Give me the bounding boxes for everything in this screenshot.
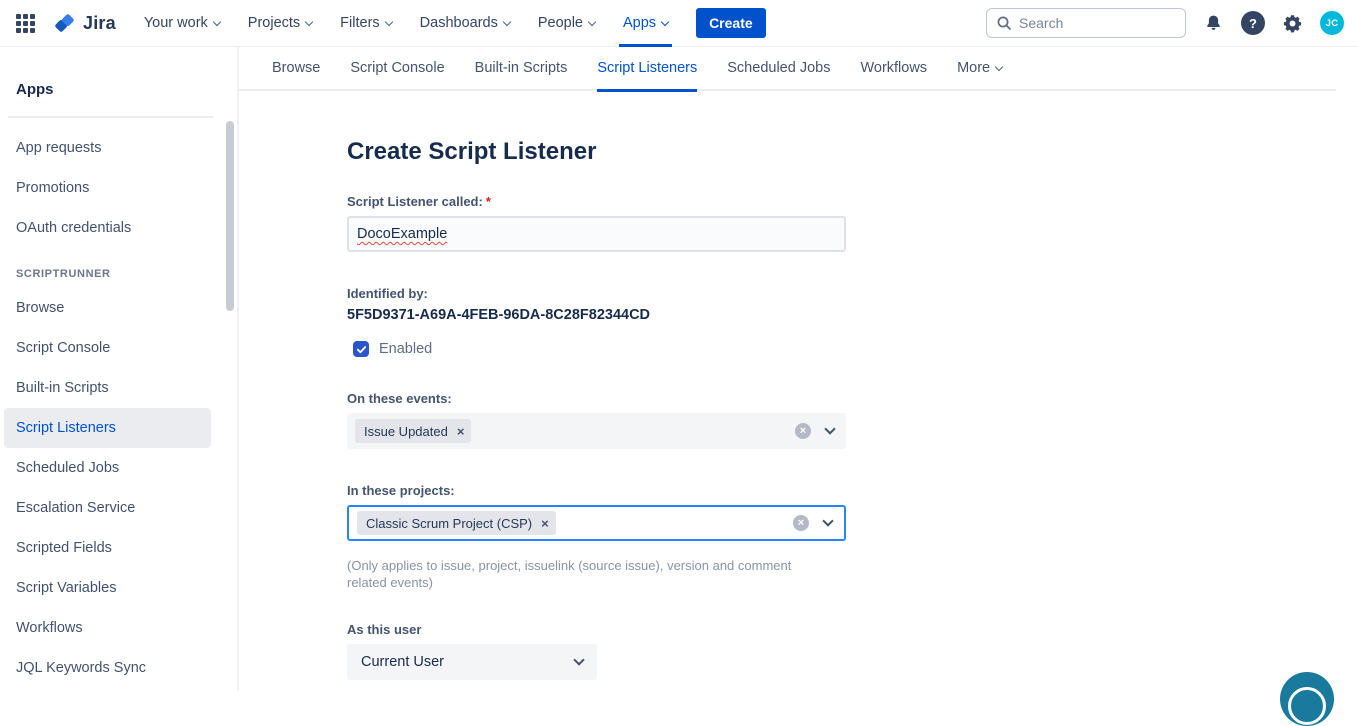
run-as-user-value: Current User bbox=[361, 654, 444, 670]
nav-projects[interactable]: Projects bbox=[234, 0, 326, 47]
sidebar-item-scheduled-jobs[interactable]: Scheduled Jobs bbox=[4, 448, 211, 488]
script-listener-name-value: DocoExample bbox=[357, 226, 447, 242]
search-icon bbox=[996, 15, 1012, 34]
tab-browse[interactable]: Browse bbox=[272, 46, 320, 90]
identified-by-label: Identified by: bbox=[347, 286, 1358, 301]
clear-select-icon[interactable]: × bbox=[793, 515, 809, 531]
chevron-down-icon bbox=[661, 17, 669, 25]
global-search bbox=[986, 8, 1186, 38]
events-label: On these events: bbox=[347, 391, 1358, 406]
sidebar-item-app-requests[interactable]: App requests bbox=[4, 128, 211, 168]
nav-people[interactable]: People bbox=[524, 0, 609, 47]
tab-built-in-scripts[interactable]: Built-in Scripts bbox=[475, 46, 568, 90]
primary-nav: Your work Projects Filters Dashboards Pe… bbox=[130, 0, 682, 47]
topbar-right-cluster: ? JC bbox=[986, 8, 1344, 38]
identified-by-value: 5F5D9371-A69A-4FEB-96DA-8C28F82344CD bbox=[347, 307, 1358, 323]
search-input[interactable] bbox=[986, 8, 1186, 38]
as-this-user-label: As this user bbox=[347, 622, 1358, 637]
jira-logo-text: Jira bbox=[83, 13, 116, 34]
chevron-down-icon[interactable] bbox=[824, 423, 835, 434]
name-field-label: Script Listener called:* bbox=[347, 194, 1358, 209]
sidebar-item-script-variables[interactable]: Script Variables bbox=[4, 568, 211, 608]
projects-label: In these projects: bbox=[347, 483, 1358, 498]
projects-multiselect[interactable]: Classic Scrum Project (CSP) × × bbox=[347, 505, 846, 541]
main-content: Browse Script Console Built-in Scripts S… bbox=[239, 47, 1358, 691]
chevron-down-icon bbox=[305, 17, 313, 25]
event-chip-issue-updated: Issue Updated × bbox=[355, 419, 471, 443]
nav-dashboards[interactable]: Dashboards bbox=[406, 0, 524, 47]
chevron-down-icon bbox=[503, 17, 511, 25]
nav-filters[interactable]: Filters bbox=[326, 0, 405, 47]
sidebar-section-scriptrunner: SCRIPTRUNNER bbox=[16, 268, 237, 280]
user-avatar[interactable]: JC bbox=[1320, 11, 1344, 35]
tab-scheduled-jobs[interactable]: Scheduled Jobs bbox=[727, 46, 830, 90]
run-as-user-dropdown[interactable]: Current User bbox=[347, 644, 597, 680]
create-button[interactable]: Create bbox=[696, 8, 766, 38]
required-asterisk: * bbox=[486, 194, 491, 209]
help-icon[interactable]: ? bbox=[1241, 11, 1265, 35]
scriptrunner-tabbar: Browse Script Console Built-in Scripts S… bbox=[239, 47, 1336, 91]
chevron-down-icon bbox=[588, 17, 596, 25]
sidebar-item-script-listeners[interactable]: Script Listeners bbox=[4, 408, 211, 448]
sidebar-scrollbar[interactable] bbox=[226, 121, 234, 311]
nav-your-work[interactable]: Your work bbox=[130, 0, 234, 47]
notifications-bell-icon[interactable] bbox=[1203, 13, 1224, 34]
clear-select-icon[interactable]: × bbox=[795, 423, 811, 439]
create-script-listener-form: Create Script Listener Script Listener c… bbox=[239, 91, 1358, 680]
sidebar-item-promotions[interactable]: Promotions bbox=[4, 168, 211, 208]
sidebar-item-oauth-credentials[interactable]: OAuth credentials bbox=[4, 208, 211, 248]
tab-workflows[interactable]: Workflows bbox=[860, 46, 927, 90]
sidebar-item-jql-keywords-sync[interactable]: JQL Keywords Sync bbox=[4, 648, 211, 688]
jira-logo[interactable]: Jira bbox=[53, 12, 116, 35]
chevron-down-icon bbox=[384, 17, 392, 25]
sidebar-item-browse[interactable]: Browse bbox=[4, 288, 211, 328]
sidebar-item-scripted-fields[interactable]: Scripted Fields bbox=[4, 528, 211, 568]
remove-tag-icon[interactable]: × bbox=[457, 425, 465, 438]
nav-apps[interactable]: Apps bbox=[609, 0, 682, 47]
app-switcher-icon[interactable] bbox=[16, 14, 35, 33]
sidebar-scriptrunner-list: Browse Script Console Built-in Scripts S… bbox=[0, 288, 237, 688]
script-listener-name-input[interactable]: DocoExample bbox=[347, 216, 846, 252]
jira-logo-icon bbox=[53, 12, 76, 35]
remove-tag-icon[interactable]: × bbox=[541, 517, 549, 530]
sidebar-item-built-in-scripts[interactable]: Built-in Scripts bbox=[4, 368, 211, 408]
chevron-down-icon bbox=[573, 654, 584, 665]
settings-gear-icon[interactable] bbox=[1282, 13, 1303, 34]
tab-script-listeners[interactable]: Script Listeners bbox=[597, 46, 697, 90]
sidebar-top-list: App requests Promotions OAuth credential… bbox=[0, 128, 237, 248]
sidebar-item-escalation-service[interactable]: Escalation Service bbox=[4, 488, 211, 528]
enabled-label: Enabled bbox=[379, 341, 432, 357]
chevron-down-icon bbox=[213, 17, 221, 25]
top-navigation-bar: Jira Your work Projects Filters Dashboar… bbox=[0, 0, 1358, 47]
project-chip-classic-scrum: Classic Scrum Project (CSP) × bbox=[357, 511, 556, 535]
tab-script-console[interactable]: Script Console bbox=[350, 46, 444, 90]
sidebar-item-workflows[interactable]: Workflows bbox=[4, 608, 211, 648]
events-multiselect[interactable]: Issue Updated × × bbox=[347, 413, 846, 449]
sidebar-title: Apps bbox=[16, 81, 237, 98]
apps-sidebar: Apps App requests Promotions OAuth crede… bbox=[0, 47, 239, 691]
sidebar-divider bbox=[8, 116, 213, 118]
sidebar-item-script-console[interactable]: Script Console bbox=[4, 328, 211, 368]
chat-widget-button[interactable] bbox=[1280, 672, 1334, 726]
enabled-checkbox-row[interactable]: Enabled bbox=[353, 341, 1358, 357]
tab-more[interactable]: More bbox=[957, 46, 1002, 90]
chevron-down-icon bbox=[995, 62, 1003, 70]
enabled-checkbox[interactable] bbox=[353, 341, 369, 357]
projects-help-text: (Only applies to issue, project, issueli… bbox=[347, 557, 829, 591]
chevron-down-icon[interactable] bbox=[822, 515, 833, 526]
page-title: Create Script Listener bbox=[347, 138, 1358, 166]
